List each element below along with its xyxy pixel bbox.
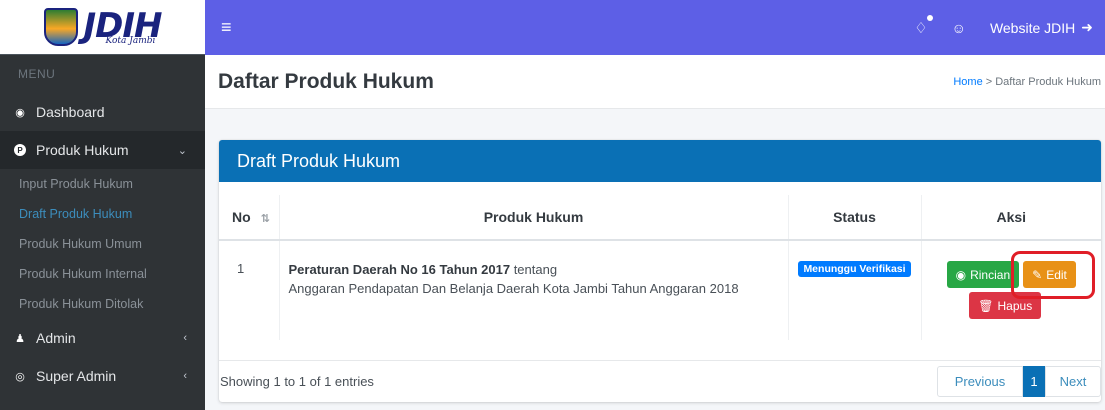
status-cell: Menunggu Verifikasi [788,240,922,340]
breadcrumb-separator: > [982,75,996,88]
card-title: Draft Produk Hukum [219,140,1101,182]
sidebar-item-dashboard[interactable]: ◉ Dashboard [0,93,205,131]
sidebar-subitem-produk-hukum-umum[interactable]: Produk Hukum Umum [0,229,205,259]
sidebar-subitem-draft-produk-hukum[interactable]: Draft Produk Hukum [0,199,205,229]
pagination-next[interactable]: Next [1045,366,1101,397]
notification-dot [926,14,933,21]
arrow-right-icon: ➜ [1081,19,1093,35]
top-navbar: ≡ ♢ ☺ Website JDIH ➜ [205,0,1105,55]
sidebar-subitem-produk-hukum-internal[interactable]: Produk Hukum Internal [0,259,205,289]
sidebar-item-super-admin[interactable]: ◎ Super Admin ‹ [0,357,205,395]
eye-icon: ◉ [955,267,967,282]
draft-produk-hukum-card: Draft Produk Hukum No ⇅ Produk Hukum Stat… [219,140,1101,402]
column-header-no[interactable]: No ⇅ [219,195,280,241]
sidebar-item-label: Produk Hukum [36,142,129,158]
status-badge: Menunggu Verifikasi [798,261,911,277]
user-icon: ♟ [15,332,25,345]
pagination: Previous 1 Next [937,366,1101,397]
sidebar-item-label: Admin [36,330,76,346]
sort-icon: ⇅ [260,213,270,225]
produk-hukum-title-rest: tentang [510,262,558,277]
page-title: Daftar Produk Hukum [218,69,434,93]
notification-bell-icon[interactable]: ♢ [914,14,933,37]
website-jdih-label: Website JDIH [989,19,1076,36]
produk-hukum-icon: P [14,144,26,156]
user-icon[interactable]: ☺ [952,20,966,36]
column-header-produk-hukum[interactable]: Produk Hukum [279,195,789,241]
hamburger-menu-icon[interactable]: ≡ [221,17,232,38]
edit-highlight-box [1011,251,1096,299]
produk-hukum-cell: Peraturan Daerah No 16 Tahun 2017 tentan… [279,240,789,340]
breadcrumb-current: Daftar Produk Hukum [995,75,1101,88]
dashboard-icon: ◉ [15,106,25,119]
table-header-row: No ⇅ Produk Hukum Status Aksi [219,195,1101,241]
rincian-button[interactable]: ◉ Rincian [946,261,1020,288]
content-header: Daftar Produk Hukum Home > Daftar Produk… [205,55,1105,109]
produk-hukum-title: Peraturan Daerah No 16 Tahun 2017 [288,262,511,277]
chevron-down-icon: ⌄ [177,144,187,157]
logo-subtitle: Kota Jambi [105,35,156,46]
sidebar-item-label: Super Admin [36,368,117,384]
pagination-previous[interactable]: Previous [937,366,1023,397]
sidebar-subitem-input-produk-hukum[interactable]: Input Produk Hukum [0,169,205,199]
kota-jambi-emblem-icon [43,8,78,46]
logo[interactable]: JDIH Kota Jambi [0,0,205,55]
sidebar-item-admin[interactable]: ♟ Admin ‹ [0,319,205,357]
column-header-status[interactable]: Status [788,195,922,241]
website-jdih-link[interactable]: Website JDIH ➜ [990,19,1093,36]
sidebar: JDIH Kota Jambi MENU ◉ Dashboard P Produ… [0,0,205,410]
sidebar-subitem-produk-hukum-ditolak[interactable]: Produk Hukum Ditolak [0,289,205,319]
breadcrumb: Home > Daftar Produk Hukum [953,76,1101,88]
table-row: 1 Peraturan Daerah No 16 Tahun 2017 tent… [219,240,1101,340]
chevron-left-icon: ‹ [183,332,187,344]
super-admin-icon: ◎ [15,370,25,383]
menu-header: MENU [18,67,56,81]
entries-info: Showing 1 to 1 of 1 entries [220,374,374,389]
trash-icon: 🗑 [978,298,994,313]
pagination-page-1[interactable]: 1 [1023,366,1045,397]
sidebar-item-label: Dashboard [36,104,105,120]
produk-hukum-table: No ⇅ Produk Hukum Status Aksi 1 Peraturan… [219,195,1101,340]
sidebar-item-produk-hukum[interactable]: P Produk Hukum ⌄ [0,131,205,169]
aksi-cell: ◉ Rincian ✎ Edit 🗑 Hapus [921,240,1101,340]
breadcrumb-home-link[interactable]: Home [953,76,982,88]
produk-hukum-description: Anggaran Pendapatan Dan Belanja Daerah K… [288,280,739,296]
chevron-left-icon: ‹ [183,370,187,382]
column-header-aksi: Aksi [921,195,1101,241]
table-footer: Showing 1 to 1 of 1 entries Previous 1 N… [219,360,1101,402]
row-number: 1 [219,240,280,340]
